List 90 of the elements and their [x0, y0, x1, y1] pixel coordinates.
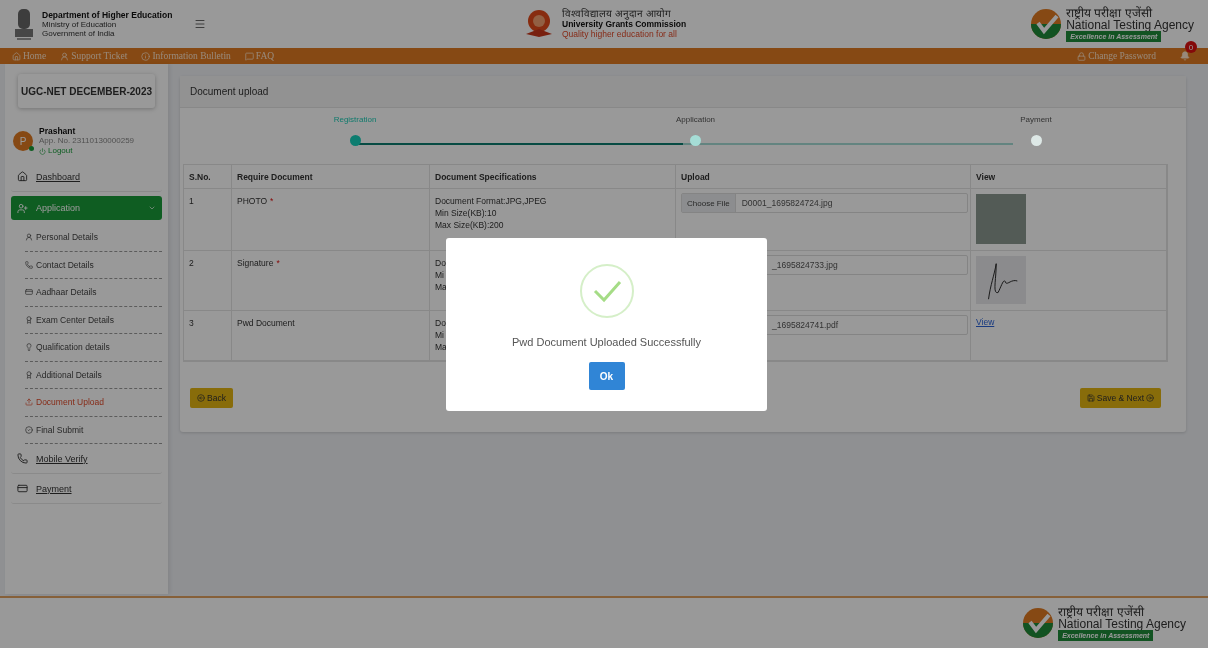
- nta-hindi-name: राष्ट्रीय परीक्षा एजेंसी: [1058, 605, 1144, 618]
- notification-bell-icon[interactable]: [1180, 51, 1190, 61]
- home-icon: [17, 171, 28, 182]
- user-icon: [25, 233, 33, 242]
- phone-icon: [25, 260, 33, 269]
- save-icon: [1086, 394, 1095, 402]
- emblem-logo: [14, 7, 34, 41]
- award-icon: [25, 370, 33, 379]
- application-number: App. No. 23110130000259: [39, 136, 135, 146]
- nta-logo: [1022, 607, 1055, 639]
- column-header: Document Specifications: [430, 165, 676, 189]
- specification-text: Min Size(KB):10: [435, 207, 497, 219]
- sidebar-subitem[interactable]: Personal Details: [25, 224, 162, 252]
- ugc-hindi-name: विश्वविद्यालय अनुदान आयोग: [562, 9, 672, 19]
- card-icon: [17, 483, 28, 494]
- sidebar-subitem[interactable]: Contact Details: [25, 251, 162, 279]
- sidebar-item[interactable]: Dashboard: [11, 162, 162, 192]
- step-label: Application: [675, 115, 716, 124]
- specification-text: Ma: [435, 281, 447, 293]
- column-header: View: [971, 165, 1167, 189]
- award-icon: [25, 315, 33, 324]
- document-name: PHOTO: [237, 195, 268, 207]
- table-cell: 3: [189, 317, 194, 329]
- nta-logo: [1030, 8, 1063, 40]
- specification-text: Mi: [435, 329, 444, 341]
- chat-icon: [244, 51, 254, 61]
- signature-drawing: [976, 256, 1026, 304]
- choose-file-button[interactable]: Choose File: [682, 194, 736, 212]
- column-header: S.No.: [184, 165, 232, 189]
- power-icon: [39, 147, 46, 155]
- sidebar-subitem[interactable]: Qualification details: [25, 334, 162, 362]
- department-title: Department of Higher Education: [42, 10, 173, 20]
- specification-text: Max Size(KB):200: [435, 219, 504, 231]
- logout-link[interactable]: Logout: [39, 146, 135, 156]
- required-mark: *: [276, 257, 280, 269]
- table-cell: 1: [189, 195, 194, 207]
- home-icon: [12, 51, 21, 61]
- nta-name: National Testing Agency: [1058, 617, 1186, 630]
- card-title: Document upload: [180, 76, 1186, 108]
- phone-icon: [17, 453, 28, 464]
- department-subtitle: Ministry of Education: [42, 19, 117, 29]
- ugc-tagline: Quality higher education for all: [562, 29, 678, 39]
- success-message: Pwd Document Uploaded Successfully: [512, 336, 701, 348]
- back-button[interactable]: Back: [190, 388, 233, 408]
- lock-icon: [1077, 51, 1087, 61]
- specification-text: Mi: [435, 269, 444, 281]
- check-circle-icon: [25, 425, 33, 434]
- arrow-left-circle-icon: [197, 394, 205, 402]
- card-icon: [25, 288, 33, 297]
- user-icon: [60, 51, 70, 61]
- table-cell: 2: [189, 257, 194, 269]
- bulb-icon: [25, 343, 33, 352]
- exam-title: UGC-NET DECEMBER-2023: [18, 74, 155, 108]
- sidebar-subitem[interactable]: Final Submit: [25, 416, 162, 444]
- upload-icon: [25, 398, 33, 407]
- sidebar-subitem[interactable]: Aadhaar Details: [25, 279, 162, 307]
- ugc-logo: [524, 8, 554, 40]
- document-name: Pwd Document: [237, 317, 295, 329]
- step-label: Registration: [333, 115, 377, 124]
- nta-hindi-name: राष्ट्रीय परीक्षा एजेंसी: [1066, 6, 1152, 19]
- user-avatar: P: [13, 131, 33, 151]
- save-next-button[interactable]: Save & Next: [1079, 388, 1161, 408]
- specification-text: Document Format:JPG,JPEG: [435, 195, 547, 207]
- sidebar-item[interactable]: Payment: [11, 474, 162, 504]
- document-name: Signature: [237, 257, 274, 269]
- specification-text: Do: [435, 257, 446, 269]
- specification-text: Ma: [435, 341, 447, 353]
- photo-placeholder: [976, 194, 1026, 244]
- department-subtitle: Government of India: [42, 28, 116, 38]
- sidebar-item[interactable]: Mobile Verify: [11, 444, 162, 474]
- info-icon: [141, 51, 151, 61]
- view-link[interactable]: View: [976, 316, 995, 328]
- success-check-icon: [578, 263, 635, 319]
- sidebar-subitem[interactable]: Exam Center Details: [25, 306, 162, 334]
- arrow-right-circle-icon: [1146, 394, 1154, 402]
- ok-button[interactable]: Ok: [588, 362, 625, 390]
- user-plus-icon: [17, 202, 28, 214]
- user-name: Prashant: [39, 126, 77, 136]
- sidebar-item[interactable]: Application: [11, 196, 162, 220]
- sidebar-subitem[interactable]: Additional Details: [25, 361, 162, 389]
- sidebar-subitem[interactable]: Document Upload: [25, 389, 162, 417]
- nta-name: National Testing Agency: [1066, 18, 1194, 31]
- file-input[interactable]: Choose File D0001_1695824724.jpg: [681, 193, 968, 213]
- column-header: Require Document: [232, 165, 430, 189]
- menu-icon[interactable]: [194, 18, 207, 30]
- required-mark: *: [270, 195, 274, 207]
- specification-text: Do: [435, 317, 446, 329]
- ugc-name: University Grants Commission: [562, 19, 687, 29]
- column-header: Upload: [676, 165, 971, 189]
- step-label: Payment: [1020, 115, 1052, 124]
